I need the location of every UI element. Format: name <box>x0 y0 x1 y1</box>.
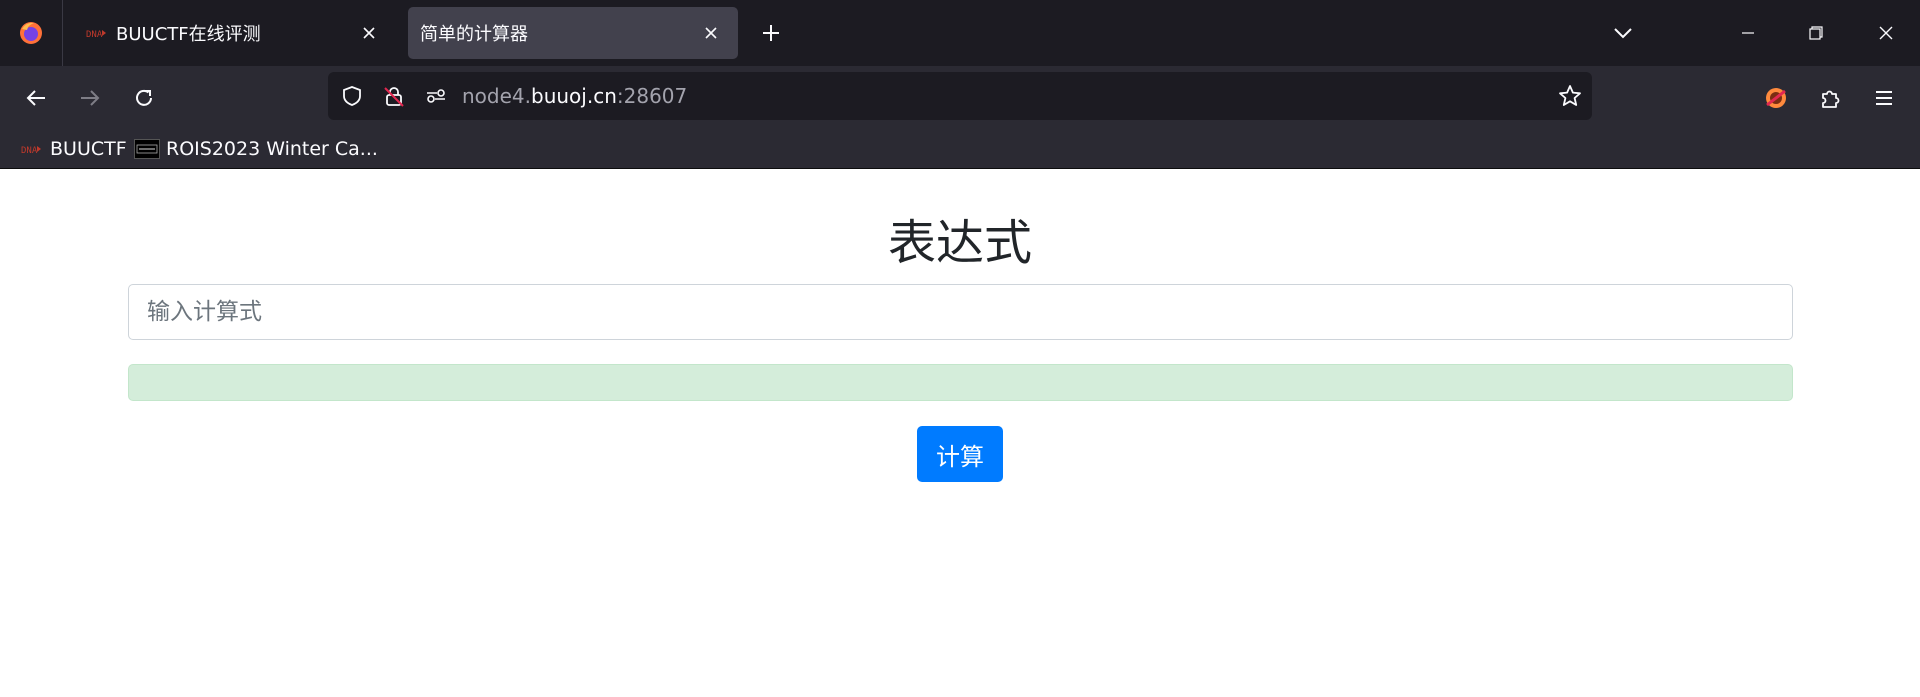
lock-slash-icon[interactable] <box>382 84 406 108</box>
buuctf-favicon: DNA <box>18 139 44 159</box>
tab-bar: DNA BUUCTF在线评测 简单的计算器 <box>0 0 1920 66</box>
ublock-icon[interactable] <box>1758 80 1794 116</box>
calculate-button[interactable]: 计算 <box>917 426 1003 482</box>
close-icon[interactable] <box>356 20 382 46</box>
result-alert <box>128 364 1793 401</box>
plus-icon[interactable] <box>756 18 786 48</box>
arrow-left-icon[interactable] <box>18 80 54 116</box>
tab-title: 简单的计算器 <box>420 24 528 45</box>
bookmark-buuctf[interactable]: DNA BUUCTF <box>18 136 127 162</box>
buuctf-favicon: DNA <box>86 25 106 41</box>
hamburger-icon[interactable] <box>1866 80 1902 116</box>
bookmark-label: BUUCTF <box>50 138 127 160</box>
tab-buuctf[interactable]: DNA BUUCTF在线评测 <box>72 7 396 59</box>
navigation-bar: node4.buuoj.cn:28607 <box>0 66 1920 130</box>
restore-icon[interactable] <box>1796 14 1836 52</box>
bookmark-rois[interactable]: ROIS2023 Winter Ca... <box>134 136 378 162</box>
permissions-icon[interactable] <box>424 84 448 108</box>
minimize-icon[interactable] <box>1728 14 1768 52</box>
rois-favicon <box>134 139 160 159</box>
svg-text:DNA: DNA <box>21 146 38 155</box>
chevron-down-icon[interactable] <box>1606 18 1640 48</box>
firefox-icon[interactable] <box>0 0 62 66</box>
svg-text:DNA: DNA <box>86 30 103 39</box>
reload-icon[interactable] <box>126 80 162 116</box>
page-title: 表达式 <box>887 215 1032 271</box>
page-content: 表达式 计算 <box>0 169 1920 697</box>
window-close-icon[interactable] <box>1866 14 1906 52</box>
bookmark-label: ROIS2023 Winter Ca... <box>166 138 378 160</box>
browser-chrome: DNA BUUCTF在线评测 简单的计算器 node4.buuoj.cn:286… <box>0 0 1920 169</box>
url-host: buuoj.cn <box>531 84 617 108</box>
url-subdomain: node4. <box>462 84 531 108</box>
url-text[interactable]: node4.buuoj.cn:28607 <box>462 84 687 108</box>
close-icon[interactable] <box>698 20 724 46</box>
star-icon[interactable] <box>1556 82 1584 110</box>
url-port: :28607 <box>616 84 688 108</box>
tab-separator <box>62 0 63 66</box>
expression-input[interactable] <box>128 284 1793 340</box>
arrow-right-icon[interactable] <box>72 80 108 116</box>
bookmarks-toolbar: DNA BUUCTF ROIS2023 Winter Ca... <box>0 130 1920 169</box>
shield-icon[interactable] <box>340 84 364 108</box>
url-bar[interactable]: node4.buuoj.cn:28607 <box>328 72 1592 120</box>
tab-calculator[interactable]: 简单的计算器 <box>408 7 738 59</box>
tab-title: BUUCTF在线评测 <box>116 24 261 45</box>
puzzle-icon[interactable] <box>1812 80 1848 116</box>
